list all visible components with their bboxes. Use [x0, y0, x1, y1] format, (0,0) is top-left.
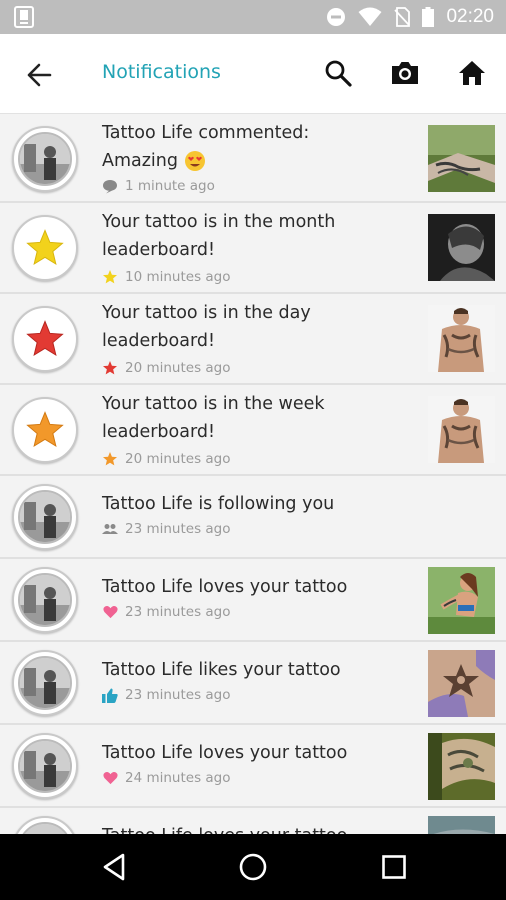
notification-text: Your tattoo is in the month leaderboard!… — [102, 208, 412, 286]
back-arrow-icon — [27, 63, 52, 87]
list-item[interactable]: Your tattoo is in the day leaderboard! 2… — [0, 294, 506, 385]
home-button[interactable] — [455, 56, 489, 90]
list-item[interactable]: Tattoo Life is following you 23 minutes … — [0, 476, 506, 559]
battery-icon — [422, 7, 435, 27]
clock: 02:20 — [446, 6, 494, 27]
nav-recents-button[interactable] — [376, 849, 412, 885]
nav-home-button[interactable] — [235, 849, 271, 885]
timestamp: 10 minutes ago — [125, 269, 231, 285]
list-item[interactable]: Your tattoo is in the month leaderboard!… — [0, 203, 506, 294]
tattoo-star-hand[interactable] — [428, 650, 495, 717]
search-button[interactable] — [321, 56, 355, 90]
notification-text: Tattoo Life loves your tattoo 23 minutes… — [102, 573, 412, 621]
home-icon — [459, 61, 485, 85]
notification-title: Tattoo Life loves your tattoo — [102, 822, 412, 834]
back-button[interactable] — [22, 58, 56, 92]
red-star-icon — [26, 320, 64, 357]
avatar[interactable] — [12, 397, 78, 463]
dnd-icon — [327, 8, 346, 26]
people-icon — [102, 524, 118, 534]
notification-title: Tattoo Life loves your tattoo — [102, 743, 348, 763]
notification-text: Tattoo Life commented: Amazing 1 minute … — [102, 119, 412, 195]
tattoo-dark-portrait[interactable] — [428, 214, 495, 281]
list-item[interactable]: Tattoo Life loves your tattoo 24 minutes… — [0, 725, 506, 808]
notification-title: Tattoo Life loves your tattoo — [102, 577, 348, 597]
comment-text: Amazing — [102, 151, 178, 171]
notification-text: Tattoo Life is following you 23 minutes … — [102, 490, 412, 538]
timestamp: 23 minutes ago — [125, 687, 231, 703]
notification-title: Your tattoo is in the week leaderboard! — [102, 394, 325, 442]
list-item[interactable]: Tattoo Life loves your tattoo — [0, 808, 506, 834]
timestamp: 23 minutes ago — [125, 604, 231, 620]
notification-text: Tattoo Life loves your tattoo — [102, 822, 412, 834]
avatar[interactable] — [12, 733, 78, 799]
profile-photo — [18, 739, 72, 793]
notification-title: Your tattoo is in the month leaderboard! — [102, 212, 336, 260]
tattoo-arm-sleeve[interactable] — [428, 125, 495, 192]
list-item[interactable]: Your tattoo is in the week leaderboard! … — [0, 385, 506, 476]
notification-title: Tattoo Life commented: — [102, 123, 310, 143]
yellow-star-icon — [26, 229, 64, 266]
system-nav-bar — [0, 834, 506, 900]
camera-button[interactable] — [388, 56, 422, 90]
wifi-icon — [358, 7, 382, 26]
timestamp: 1 minute ago — [125, 178, 215, 194]
status-bar: 02:20 — [0, 0, 506, 34]
timestamp: 20 minutes ago — [125, 360, 231, 376]
orange-star-icon — [26, 411, 64, 448]
nav-back-button[interactable] — [96, 849, 132, 885]
red-star-icon — [103, 361, 117, 375]
thumbs-up-icon — [102, 688, 118, 703]
tattoo-green-arm[interactable] — [428, 733, 495, 800]
back-triangle-icon — [103, 853, 125, 881]
tattooed-man[interactable] — [428, 396, 495, 463]
notification-icon — [14, 6, 34, 28]
notification-title: Tattoo Life is following you — [102, 494, 335, 514]
avatar[interactable] — [12, 484, 78, 550]
notification-text: Tattoo Life loves your tattoo 24 minutes… — [102, 739, 412, 787]
tattooed-man[interactable] — [428, 305, 495, 372]
timestamp: 20 minutes ago — [125, 451, 231, 467]
smiling-face-with-heart-eyes-icon — [185, 151, 205, 171]
avatar[interactable] — [12, 650, 78, 716]
list-item[interactable]: Tattoo Life loves your tattoo 23 minutes… — [0, 559, 506, 642]
profile-photo — [18, 573, 72, 627]
no-sim-icon — [394, 7, 411, 27]
heart-icon — [102, 771, 118, 785]
avatar[interactable] — [12, 567, 78, 633]
profile-photo — [18, 490, 72, 544]
comment-icon — [103, 179, 117, 193]
avatar[interactable] — [12, 126, 78, 192]
search-icon — [325, 60, 352, 87]
avatar[interactable] — [12, 306, 78, 372]
page-title: Notifications — [102, 61, 221, 83]
profile-photo — [18, 656, 72, 710]
avatar[interactable] — [12, 816, 78, 834]
avatar[interactable] — [12, 215, 78, 281]
tattooed-woman[interactable] — [428, 567, 495, 634]
camera-icon — [392, 62, 418, 84]
timestamp: 24 minutes ago — [125, 770, 231, 786]
list-item[interactable]: Tattoo Life likes your tattoo 23 minutes… — [0, 642, 506, 725]
profile-photo — [18, 132, 72, 186]
notification-title: Tattoo Life likes your tattoo — [102, 660, 341, 680]
notification-list: Tattoo Life commented: Amazing 1 minute … — [0, 114, 506, 834]
notification-text: Tattoo Life likes your tattoo 23 minutes… — [102, 656, 412, 704]
app-bar: Notifications — [0, 34, 506, 114]
timestamp: 23 minutes ago — [125, 521, 231, 537]
heart-icon — [102, 605, 118, 619]
notification-title: Your tattoo is in the day leaderboard! — [102, 303, 311, 351]
list-item[interactable]: Tattoo Life commented: Amazing 1 minute … — [0, 114, 506, 203]
home-circle-icon — [239, 853, 267, 881]
profile-photo — [18, 822, 72, 834]
notification-text: Your tattoo is in the week leaderboard! … — [102, 390, 412, 468]
orange-star-icon — [103, 452, 117, 466]
recents-square-icon — [382, 855, 406, 879]
tattoo-partial[interactable] — [428, 816, 495, 834]
yellow-star-icon — [103, 270, 117, 284]
notification-text: Your tattoo is in the day leaderboard! 2… — [102, 299, 412, 377]
